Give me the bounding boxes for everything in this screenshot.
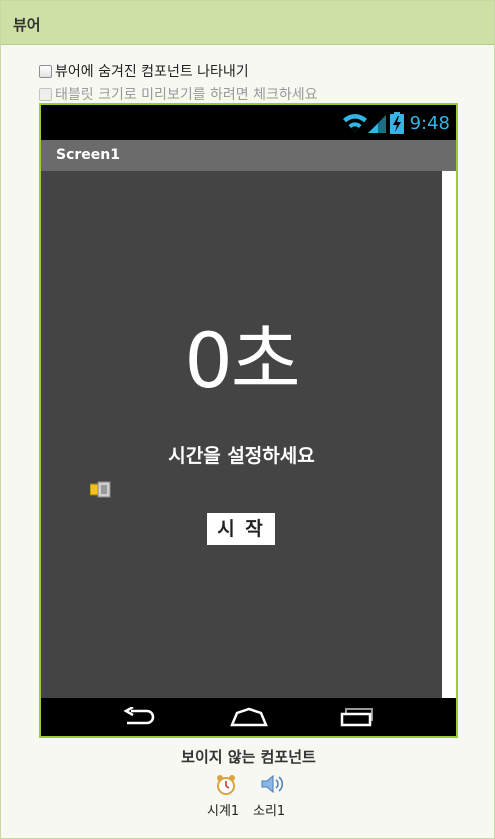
player-component-icon[interactable] xyxy=(90,480,112,498)
screen-title-bar: Screen1 xyxy=(41,140,456,171)
wifi-icon xyxy=(342,114,367,132)
start-button[interactable]: 시 작 xyxy=(207,513,275,545)
tablet-preview-option[interactable]: 태블릿 크기로 미리보기를 하려면 체크하세요 xyxy=(39,84,318,104)
show-hidden-components-label: 뷰어에 숨겨진 컴포넌트 나타내기 xyxy=(55,64,249,80)
nonvisible-components-title: 보이지 않는 컴포넌트 xyxy=(181,748,316,766)
clock-component-label[interactable]: 시계1 xyxy=(207,800,239,819)
viewer-panel: 뷰어 뷰어에 숨겨진 컴포넌트 나타내기 태블릿 크기로 미리보기를 하려면 체… xyxy=(0,0,495,839)
show-hidden-components-option[interactable]: 뷰어에 숨겨진 컴포넌트 나타내기 xyxy=(39,61,249,81)
panel-title: 뷰어 xyxy=(13,16,41,34)
time-label[interactable]: 0초 xyxy=(41,323,442,399)
clock-icon[interactable] xyxy=(215,774,237,796)
speaker-icon[interactable] xyxy=(260,774,284,794)
tablet-preview-label: 태블릿 크기로 미리보기를 하려면 체크하세요 xyxy=(55,87,318,103)
tablet-preview-checkbox[interactable] xyxy=(39,87,52,101)
instruction-label[interactable]: 시간을 설정하세요 xyxy=(41,441,442,468)
panel-header: 뷰어 xyxy=(1,1,494,45)
sound-component-label[interactable]: 소리1 xyxy=(253,800,285,819)
screen-title: Screen1 xyxy=(56,147,120,163)
recent-apps-icon[interactable] xyxy=(340,707,378,727)
status-time: 9:48 xyxy=(409,112,450,134)
status-bar: 9:48 xyxy=(41,105,456,140)
battery-icon xyxy=(389,112,404,134)
home-icon[interactable] xyxy=(230,707,268,727)
phone-preview: 9:48 Screen1 0초 시간을 설정하세요 시 작 xyxy=(39,103,458,738)
back-icon[interactable] xyxy=(121,707,157,727)
screen-area: 0초 시간을 설정하세요 시 작 xyxy=(41,171,442,698)
show-hidden-components-checkbox[interactable] xyxy=(39,64,52,78)
navigation-bar xyxy=(41,698,456,736)
signal-icon xyxy=(367,115,386,133)
screen-scrollbar[interactable] xyxy=(442,171,456,698)
